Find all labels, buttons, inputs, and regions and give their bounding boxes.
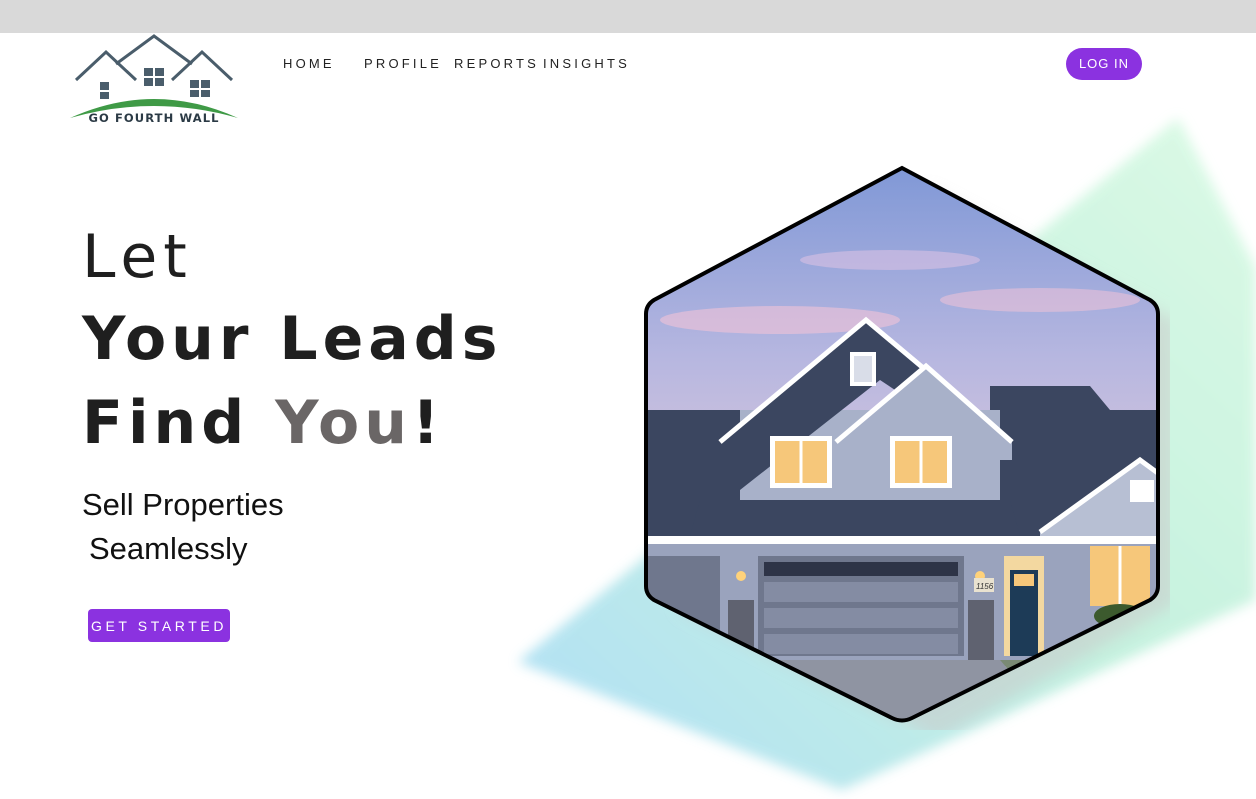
- hero-heading-you: You: [275, 388, 412, 458]
- house-number: 1156: [976, 582, 994, 591]
- hero-subtitle-line2: Seamlessly: [89, 531, 248, 566]
- hero-heading-find: Find: [82, 388, 276, 458]
- hero-heading-line2: Your Leads: [82, 304, 503, 374]
- hero-heading-line3: Find You!: [82, 388, 444, 458]
- get-started-button[interactable]: GET STARTED: [88, 609, 230, 642]
- hero-heading-line1: Let: [82, 222, 193, 292]
- hero-heading-exclamation: !: [411, 388, 445, 458]
- hero-subtitle-line1: Sell Properties: [82, 487, 284, 522]
- hero-house-image: 1156: [640, 160, 1176, 740]
